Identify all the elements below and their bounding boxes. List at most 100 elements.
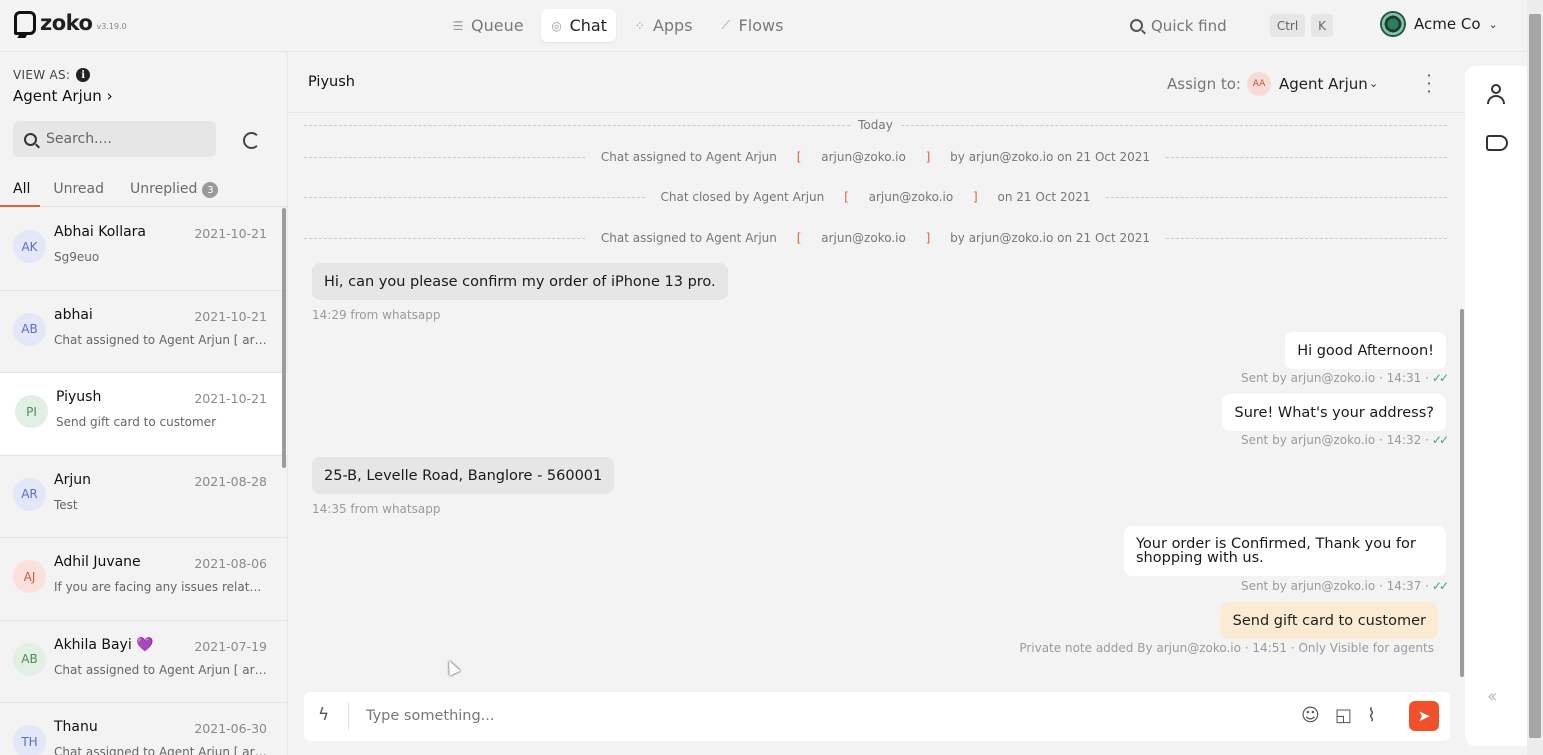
message-input[interactable]: [366, 704, 1266, 728]
send-button[interactable]: ➤: [1409, 701, 1439, 731]
unreplied-count-badge: 3: [202, 182, 219, 198]
quick-find-button[interactable]: Quick find Ctrl K: [1122, 10, 1338, 41]
conversation-date: 2021-08-28: [194, 473, 267, 489]
message-meta: Sent by arjun@zoko.io · 14:37 · ✓✓: [1241, 579, 1449, 593]
chat-panel: Piyush Assign to: AA Agent Arjun ⌄ · · · T…: [287, 53, 1465, 755]
chevron-down-icon[interactable]: ⌄: [1369, 77, 1378, 90]
collapse-panel-icon[interactable]: ‹‹: [1487, 686, 1498, 707]
more-options-icon[interactable]: · · ·: [1424, 68, 1434, 100]
quick-reply-icon[interactable]: ϟ: [318, 705, 329, 725]
view-as-text: VIEW AS:: [13, 68, 71, 82]
conversation-preview: Send gift card to customer: [56, 415, 216, 429]
shortcut-key-k: K: [1311, 14, 1333, 37]
chat-scrollbar[interactable]: [1460, 309, 1464, 677]
tab-all[interactable]: All: [0, 177, 41, 207]
conversation-item[interactable]: TH Thanu 2021-06-30 Chat assigned to Age…: [0, 703, 287, 755]
sys-bracket: [: [844, 190, 849, 204]
conversation-item[interactable]: AJ Adhil Juvane 2021-08-06 If you are fa…: [0, 538, 287, 621]
nav-queue-label: Queue: [471, 16, 524, 35]
app-logo[interactable]: zoko v3.19.0: [14, 11, 127, 35]
chat-header: Piyush Assign to: AA Agent Arjun ⌄ · · ·: [288, 53, 1465, 113]
system-message: Chat closed by Agent Arjun [ arjun@zoko.…: [304, 189, 1447, 205]
nav-queue[interactable]: ☰ Queue: [442, 9, 533, 42]
day-label: Today: [858, 118, 893, 132]
conversation-search[interactable]: [13, 121, 216, 157]
history-filter-button[interactable]: [234, 123, 268, 157]
quick-find-label: Quick find: [1151, 16, 1227, 35]
send-icon: ➤: [1417, 707, 1431, 725]
nav-apps[interactable]: ⁘ Apps: [624, 9, 702, 42]
tab-unread[interactable]: Unread: [40, 177, 117, 207]
org-switcher[interactable]: Acme Co ⌄: [1380, 11, 1498, 37]
search-input[interactable]: [46, 131, 206, 147]
search-icon: [1130, 19, 1143, 32]
conversation-preview: If you are facing any issues related to …: [54, 580, 268, 594]
tab-unread-label: Unread: [53, 181, 105, 197]
composer-divider: [348, 703, 349, 730]
avatar: AB: [13, 642, 46, 676]
message-meta: Sent by arjun@zoko.io · 14:32 · ✓✓: [1240, 433, 1449, 447]
sys-email: arjun@zoko.io: [817, 231, 910, 245]
conversation-item[interactable]: AK Abhai Kollara 2021-10-21 Sg9euo: [0, 208, 287, 291]
system-message: Chat assigned to Agent Arjun [ arjun@zok…: [304, 230, 1447, 246]
org-name: Acme Co: [1414, 15, 1481, 33]
conversation-item[interactable]: AR Arjun 2021-08-28 Test: [0, 456, 287, 538]
outgoing-message[interactable]: Hi good Afternoon!: [1285, 332, 1446, 369]
view-as-agent-selector[interactable]: Agent Arjun ›: [13, 87, 113, 105]
nav-apps-label: Apps: [652, 16, 693, 35]
conversation-name: abhai: [54, 306, 93, 323]
conversation-name-text: Akhila Bayi: [54, 636, 132, 653]
tag-icon[interactable]: [1486, 135, 1508, 151]
conversation-date: 2021-10-21: [194, 308, 267, 324]
info-icon[interactable]: i: [76, 68, 91, 82]
tab-unreplied[interactable]: Unreplied 3: [117, 177, 231, 207]
assignee-dropdown[interactable]: Agent Arjun: [1279, 75, 1368, 93]
conversation-preview: Sg9euo: [54, 250, 100, 264]
conversation-item[interactable]: AB abhai 2021-10-21 Chat assigned to Age…: [0, 291, 287, 373]
conversation-item[interactable]: AB Akhila Bayi 💜 2021-07-19 Chat assigne…: [0, 621, 287, 703]
assignee-avatar: AA: [1247, 72, 1271, 96]
sys-bracket: ]: [925, 231, 931, 245]
chat-icon: ◎: [551, 18, 562, 33]
outgoing-message[interactable]: Sure! What's your address?: [1222, 394, 1446, 431]
incoming-message[interactable]: 25-B, Levelle Road, Banglore - 560001: [312, 457, 615, 494]
conversation-item-selected[interactable]: PI Piyush 2021-10-21 Send gift card to c…: [0, 373, 287, 456]
system-message-text: Chat assigned to Agent Arjun [ arjun@zok…: [585, 231, 1166, 245]
message-meta-text: Sent by arjun@zoko.io · 14:31 ·: [1240, 371, 1429, 385]
read-receipt-icon: ✓✓: [1431, 371, 1449, 385]
private-note-meta: Private note added By arjun@zoko.io · 14…: [1019, 641, 1434, 655]
message-meta-text: Sent by arjun@zoko.io · 14:32 ·: [1240, 433, 1429, 447]
attachment-icon[interactable]: ⌇: [1367, 705, 1376, 726]
window-scrollbar[interactable]: [1527, 0, 1543, 755]
outgoing-message[interactable]: Your order is Confirmed, Thank you for s…: [1124, 526, 1446, 576]
emoji-icon[interactable]: ☺: [1301, 705, 1320, 726]
window-scrollbar-thumb[interactable]: [1529, 14, 1541, 738]
private-note[interactable]: Send gift card to customer: [1220, 602, 1438, 639]
view-as-label: VIEW AS: i: [13, 68, 91, 82]
nav-flows-label: Flows: [738, 16, 784, 35]
flows-icon: ⟋: [721, 18, 730, 32]
assign-to-label: Assign to:: [1167, 75, 1241, 93]
message-composer: ϟ ☺ ◱ ⌇ ➤: [304, 692, 1450, 741]
sys-bracket: ]: [925, 150, 931, 164]
sys-text: by arjun@zoko.io on 21 Oct 2021: [946, 150, 1151, 164]
org-logo-icon: [1380, 11, 1406, 37]
nav-flows[interactable]: ⟋ Flows: [710, 9, 793, 42]
nav-chat[interactable]: ◎ Chat: [540, 9, 616, 42]
conversation-date: 2021-10-21: [194, 226, 267, 241]
avatar: AR: [13, 477, 46, 511]
sticker-icon[interactable]: ◱: [1335, 705, 1352, 726]
tab-unreplied-label: Unreplied: [130, 181, 198, 197]
sys-email: arjun@zoko.io: [864, 190, 958, 204]
right-rail: ‹‹: [1465, 66, 1527, 746]
incoming-message[interactable]: Hi, can you please confirm my order of i…: [312, 263, 728, 300]
view-as-agent-name: Agent Arjun: [13, 87, 102, 105]
conversation-name: Piyush: [56, 389, 102, 405]
contact-profile-icon[interactable]: [1486, 84, 1506, 106]
conversation-name: Thanu: [54, 719, 98, 735]
contact-name[interactable]: Piyush: [308, 74, 355, 90]
conversation-name: Abhai Kollara: [54, 224, 146, 240]
avatar: AK: [13, 230, 46, 263]
conversation-list-scrollbar[interactable]: [282, 208, 286, 468]
apps-grid-icon: ⁘: [634, 18, 645, 33]
